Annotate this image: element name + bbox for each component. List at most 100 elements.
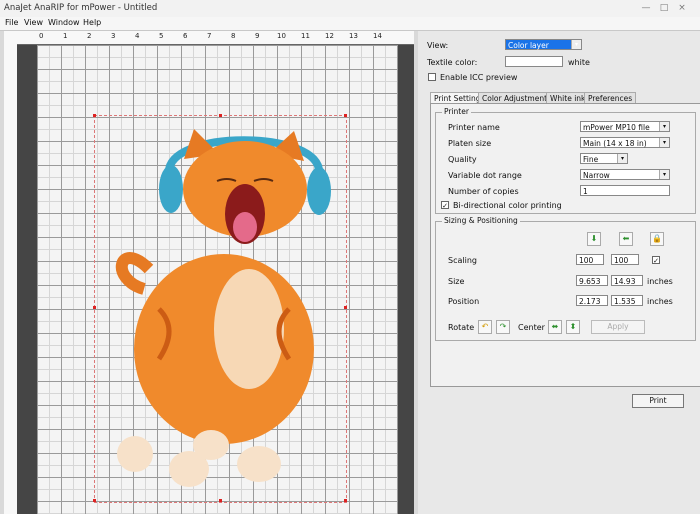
ruler-number: 3 (111, 32, 116, 40)
scaling-y-input[interactable]: 100 (611, 254, 639, 265)
scaling-label: Scaling (448, 256, 477, 265)
bidirectional-checkbox[interactable]: ✓ (441, 201, 449, 210)
position-y-value: 1.535 (614, 297, 636, 306)
ruler-number: 14 (373, 32, 382, 40)
rotate-left-icon[interactable]: ↶ (478, 320, 492, 334)
scaling-y-value: 100 (614, 256, 629, 265)
printer-name-value: mPower MP10 file (583, 123, 650, 132)
platen-size-dropdown[interactable]: Main (14 x 18 in) ▾ (580, 137, 670, 148)
chevron-down-icon: ▾ (617, 154, 627, 163)
ruler-number: 2 (87, 32, 92, 40)
resize-handle[interactable] (344, 114, 347, 117)
platen-size-value: Main (14 x 18 in) (583, 139, 647, 148)
top-ruler: 0 1 2 3 4 5 6 7 8 9 10 11 12 13 14 (4, 31, 414, 45)
size-height-input[interactable]: 14.93 (611, 275, 643, 286)
view-value: Color layer (508, 41, 549, 50)
icc-checkbox[interactable] (428, 73, 436, 81)
position-y-input[interactable]: 1.535 (611, 295, 643, 306)
icc-label: Enable ICC preview (440, 73, 518, 82)
position-unit-label: inches (647, 297, 673, 306)
menu-bar: File View Window Help (0, 17, 700, 31)
size-width-input[interactable]: 9.653 (576, 275, 608, 286)
scaling-x-value: 100 (579, 256, 594, 265)
dot-range-label: Variable dot range (448, 171, 522, 180)
bidirectional-label: Bi-directional color printing (453, 201, 562, 210)
position-x-input[interactable]: 2.173 (576, 295, 608, 306)
center-label: Center (518, 323, 545, 332)
resize-handle[interactable] (93, 114, 96, 117)
lock-icon[interactable]: 🔒 (650, 232, 664, 246)
view-dropdown[interactable]: Color layer ▾ (505, 39, 582, 50)
ruler-number: 9 (255, 32, 260, 40)
ruler-number: 13 (349, 32, 358, 40)
apply-button[interactable]: Apply (591, 320, 645, 334)
menu-window[interactable]: Window (48, 18, 80, 27)
copies-value: 1 (583, 187, 588, 196)
ruler-number: 0 (39, 32, 44, 40)
textile-color-label: Textile color: (427, 58, 478, 67)
printer-group-title: Printer (442, 107, 471, 116)
quality-label: Quality (448, 155, 477, 164)
size-label: Size (448, 277, 465, 286)
print-settings-pane: Printer Printer name mPower MP10 file ▾ P… (430, 103, 700, 387)
copies-label: Number of copies (448, 187, 519, 196)
ruler-number: 10 (277, 32, 286, 40)
printer-name-label: Printer name (448, 123, 500, 132)
center-vertical-icon[interactable]: ⬍ (566, 320, 580, 334)
view-label: View: (427, 41, 449, 50)
dot-range-value: Narrow (583, 171, 610, 180)
menu-view[interactable]: View (24, 18, 43, 27)
printer-group: Printer Printer name mPower MP10 file ▾ P… (435, 107, 696, 214)
printer-name-dropdown[interactable]: mPower MP10 file ▾ (580, 121, 670, 132)
ruler-number: 1 (63, 32, 68, 40)
platen-size-label: Platen size (448, 139, 492, 148)
left-ruler (4, 44, 18, 514)
quality-dropdown[interactable]: Fine ▾ (580, 153, 628, 164)
ruler-number: 12 (325, 32, 334, 40)
platen-margin-right (398, 45, 414, 514)
size-unit-label: inches (647, 277, 673, 286)
window-title: AnaJet AnaRIP for mPower - Untitled (4, 3, 158, 13)
resize-handle[interactable] (219, 114, 222, 117)
menu-help[interactable]: Help (83, 18, 101, 27)
close-icon[interactable]: × (676, 2, 688, 14)
resize-handle[interactable] (93, 499, 96, 502)
textile-color-swatch[interactable] (505, 56, 563, 67)
ruler-number: 6 (183, 32, 188, 40)
textile-color-value: white (568, 58, 590, 67)
dot-range-dropdown[interactable]: Narrow ▾ (580, 169, 670, 180)
size-height-value: 14.93 (614, 277, 636, 286)
center-horizontal-icon[interactable]: ⬌ (548, 320, 562, 334)
quality-value: Fine (583, 155, 599, 164)
platen-margin-left (17, 45, 37, 514)
resize-handle[interactable] (93, 306, 96, 309)
rotate-label: Rotate (448, 323, 475, 332)
settings-panel: View: Color layer ▾ Textile color: white … (418, 31, 700, 514)
size-width-value: 9.653 (579, 277, 601, 286)
ruler-number: 11 (301, 32, 310, 40)
minimize-icon[interactable]: — (640, 2, 652, 14)
chevron-down-icon: ▾ (659, 122, 669, 131)
position-label: Position (448, 297, 480, 306)
sizing-group-title: Sizing & Positioning (442, 216, 520, 225)
canvas-area[interactable]: 0 1 2 3 4 5 6 7 8 9 10 11 12 13 14 (4, 31, 414, 514)
ruler-number: 5 (159, 32, 164, 40)
maximize-icon[interactable]: □ (658, 2, 670, 14)
position-x-value: 2.173 (579, 297, 601, 306)
scaling-x-input[interactable]: 100 (576, 254, 604, 265)
scaling-lock-checkbox[interactable]: ✓ (652, 256, 660, 265)
print-button[interactable]: Print (632, 394, 684, 408)
rotate-right-icon[interactable]: ↷ (496, 320, 510, 334)
chevron-down-icon: ▾ (659, 138, 669, 147)
move-left-icon[interactable]: ⬅ (619, 232, 633, 246)
ruler-number: 8 (231, 32, 236, 40)
chevron-down-icon: ▾ (659, 170, 669, 179)
copies-input[interactable]: 1 (580, 185, 670, 196)
title-bar: AnaJet AnaRIP for mPower - Untitled — □ … (0, 0, 700, 18)
move-up-icon[interactable]: ⬇ (587, 232, 601, 246)
ruler-number: 4 (135, 32, 140, 40)
ruler-number: 7 (207, 32, 212, 40)
sizing-group: Sizing & Positioning ⬇ ⬅ 🔒 Scaling 100 1… (435, 216, 696, 341)
kitten-headphones-image[interactable] (99, 119, 349, 506)
menu-file[interactable]: File (5, 18, 18, 27)
